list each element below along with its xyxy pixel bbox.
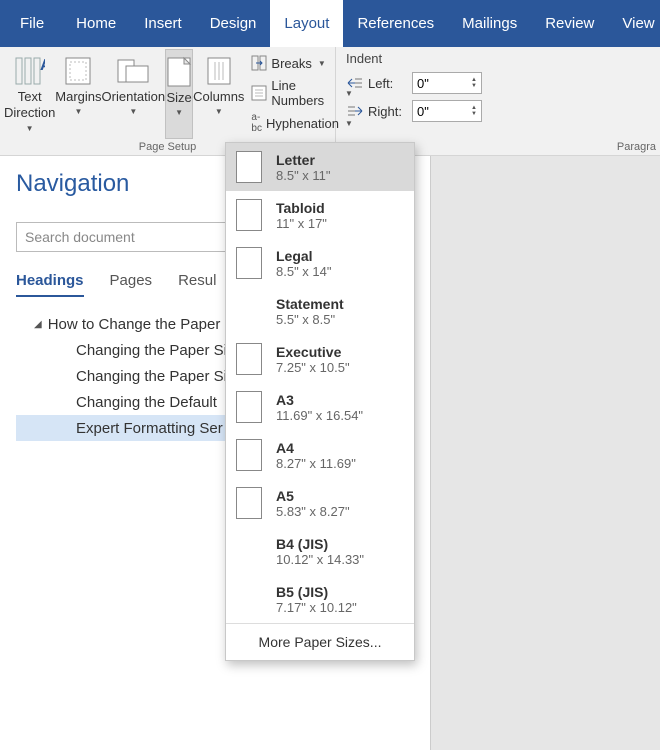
document-area[interactable] (430, 156, 660, 750)
page-thumb-icon (236, 247, 262, 279)
text-direction-button[interactable]: A Text Direction ▼ (4, 49, 55, 139)
tab-bar: File Home Insert Design Layout Reference… (0, 0, 660, 47)
size-option[interactable]: Legal8.5" x 14" (226, 239, 414, 287)
chevron-down-icon: ▼ (175, 108, 183, 118)
page-thumb-icon (236, 391, 262, 423)
text-direction-icon: A (4, 53, 55, 89)
size-option[interactable]: A48.27" x 11.69" (226, 431, 414, 479)
size-icon (166, 54, 192, 90)
indent-right-icon (346, 105, 364, 117)
page-thumb-icon (236, 487, 262, 519)
tab-insert[interactable]: Insert (130, 0, 196, 47)
collapse-icon[interactable]: ◢ (34, 319, 42, 330)
tab-mailings[interactable]: Mailings (448, 0, 531, 47)
indent-left-input[interactable]: 0" ▲▼ (412, 72, 482, 94)
spinner-icon[interactable]: ▲▼ (471, 105, 477, 117)
group-label-paragraph: Paragra (617, 141, 656, 153)
tab-view[interactable]: View (608, 0, 660, 47)
margins-icon (55, 53, 101, 89)
line-numbers-icon (251, 85, 267, 101)
spinner-icon[interactable]: ▲▼ (471, 77, 477, 89)
indent-right-input[interactable]: 0" ▲▼ (412, 100, 482, 122)
nav-tab-pages[interactable]: Pages (110, 272, 153, 297)
page-thumb-icon (236, 535, 262, 567)
chevron-down-icon: ▼ (74, 107, 82, 117)
page-thumb-icon (236, 295, 262, 327)
tab-home[interactable]: Home (62, 0, 130, 47)
indent-right-label: Right: (368, 104, 408, 119)
indent-left-label: Left: (368, 76, 408, 91)
orientation-icon (102, 53, 166, 89)
size-option[interactable]: B5 (JIS)7.17" x 10.12" (226, 575, 414, 623)
breaks-icon (251, 55, 267, 71)
group-paragraph: Indent Left: 0" ▲▼ Right: 0" ▲▼ Paragra (336, 47, 660, 155)
page-thumb-icon (236, 583, 262, 615)
page-thumb-icon (236, 439, 262, 471)
hyphenation-icon: a-bc (251, 112, 262, 134)
size-option[interactable]: Statement5.5" x 8.5" (226, 287, 414, 335)
size-option[interactable]: B4 (JIS)10.12" x 14.33" (226, 527, 414, 575)
tab-layout[interactable]: Layout (270, 0, 343, 47)
size-option[interactable]: A311.69" x 16.54" (226, 383, 414, 431)
columns-button[interactable]: Columns ▼ (193, 49, 244, 139)
page-thumb-icon (236, 199, 262, 231)
tab-file[interactable]: File (0, 0, 62, 47)
size-option[interactable]: A55.83" x 8.27" (226, 479, 414, 527)
chevron-down-icon: ▼ (26, 124, 34, 134)
size-button[interactable]: Size ▼ (165, 49, 193, 139)
nav-tab-headings[interactable]: Headings (16, 272, 84, 297)
orientation-button[interactable]: Orientation ▼ (102, 49, 166, 139)
indent-left-icon (346, 77, 364, 89)
group-page-setup: A Text Direction ▼ Margins ▼ Orientation… (0, 47, 336, 155)
size-option[interactable]: Letter8.5" x 11" (226, 143, 414, 191)
size-option[interactable]: Executive7.25" x 10.5" (226, 335, 414, 383)
ribbon: A Text Direction ▼ Margins ▼ Orientation… (0, 47, 660, 156)
chevron-down-icon: ▼ (215, 107, 223, 117)
columns-icon (193, 53, 244, 89)
indent-title: Indent (346, 51, 654, 66)
page-thumb-icon (236, 151, 262, 183)
more-paper-sizes[interactable]: More Paper Sizes... (226, 623, 414, 660)
page-thumb-icon (236, 343, 262, 375)
nav-tab-results[interactable]: Resul (178, 272, 216, 297)
size-option[interactable]: Tabloid11" x 17" (226, 191, 414, 239)
tab-review[interactable]: Review (531, 0, 608, 47)
size-dropdown: Letter8.5" x 11"Tabloid11" x 17"Legal8.5… (225, 142, 415, 661)
tab-design[interactable]: Design (196, 0, 271, 47)
margins-button[interactable]: Margins ▼ (55, 49, 101, 139)
chevron-down-icon: ▼ (129, 107, 137, 117)
tab-references[interactable]: References (343, 0, 448, 47)
chevron-down-icon: ▼ (318, 59, 326, 68)
svg-text:A: A (40, 57, 45, 74)
